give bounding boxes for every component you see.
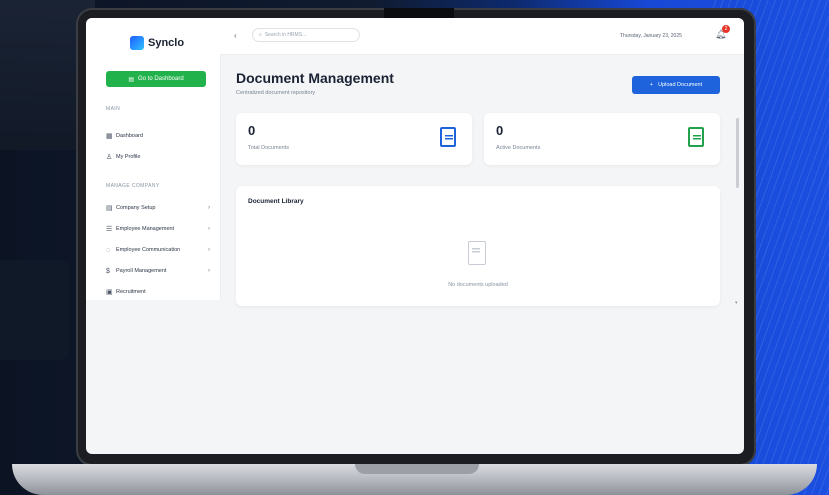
background-panel-lower xyxy=(0,260,70,360)
laptop-base-groove xyxy=(355,464,479,474)
logo-mark-icon xyxy=(130,36,144,50)
sidebar-item-company-setup[interactable]: ▤ Company Setup › xyxy=(106,202,210,214)
search-input[interactable]: ⌕ Search in HRMS... xyxy=(252,28,360,42)
stat-card-total-documents: 0 Total Documents xyxy=(236,113,472,165)
document-library-title: Document Library xyxy=(248,198,304,205)
app-logo[interactable]: Synclo xyxy=(130,36,184,50)
laptop-frame: Synclo ▤ Go to Dashboard MAIN ▦ Dashboar… xyxy=(76,8,756,466)
scroll-down-icon[interactable]: ▾ xyxy=(735,300,738,306)
notification-badge: 2 xyxy=(722,25,730,33)
plus-icon: + xyxy=(649,82,654,88)
sidebar-item-dashboard[interactable]: ▦ Dashboard xyxy=(106,130,210,142)
document-icon xyxy=(688,127,704,147)
stat-value: 0 xyxy=(248,123,256,138)
sidebar-item-label: Recruitment xyxy=(116,289,146,295)
building-icon: ▤ xyxy=(106,205,113,212)
sidebar-item-employee-communication[interactable]: ◌ Employee Communication › xyxy=(106,244,210,256)
briefcase-icon: ▣ xyxy=(106,289,113,296)
user-icon: ♙ xyxy=(106,154,113,161)
sidebar-item-label: Company Setup xyxy=(116,205,156,211)
sidebar-item-label: Payroll Management xyxy=(116,268,167,274)
dollar-icon: $ xyxy=(106,267,110,275)
sidebar-item-label: Dashboard xyxy=(116,133,143,139)
page-subtitle: Centralized document repository xyxy=(236,90,316,96)
stat-value: 0 xyxy=(496,123,504,138)
chevron-right-icon: › xyxy=(208,268,210,274)
document-library-panel: Document Library No documents uploaded xyxy=(236,186,720,306)
top-bar: ‹ ⌕ Search in HRMS... Thursday, January … xyxy=(220,18,744,55)
search-placeholder: Search in HRMS... xyxy=(264,32,307,38)
sidebar-item-label: Employee Communication xyxy=(116,247,181,253)
empty-state-text: No documents uploaded xyxy=(448,282,508,288)
app-screen: Synclo ▤ Go to Dashboard MAIN ▦ Dashboar… xyxy=(86,18,744,454)
stat-label: Active Documents xyxy=(496,145,541,151)
sidebar-item-label: My Profile xyxy=(116,154,141,160)
search-icon: ⌕ xyxy=(259,32,262,38)
stat-card-active-documents: 0 Active Documents xyxy=(484,113,720,165)
sidebar-item-recruitment[interactable]: ▣ Recruitment xyxy=(106,286,210,298)
current-date: Thursday, January 23, 2025 xyxy=(620,33,682,39)
chevron-right-icon: › xyxy=(208,226,210,232)
upload-document-label: Upload Document xyxy=(658,82,703,88)
go-to-dashboard-button[interactable]: ▤ Go to Dashboard xyxy=(106,71,206,87)
page-title: Document Management xyxy=(236,70,394,86)
sidebar-item-label: Employee Management xyxy=(116,226,175,232)
scrollbar[interactable] xyxy=(736,118,739,188)
chevron-right-icon: › xyxy=(208,247,210,253)
app-name: Synclo xyxy=(148,37,185,49)
section-label-manage-company: MANAGE COMPANY xyxy=(106,183,160,189)
sidebar-item-my-profile[interactable]: ♙ My Profile xyxy=(106,151,210,163)
section-label-main: MAIN xyxy=(106,106,121,112)
dashboard-icon: ▤ xyxy=(128,76,134,83)
back-arrow-icon[interactable]: ‹ xyxy=(234,31,237,40)
sidebar-item-employee-management[interactable]: ☰ Employee Management › xyxy=(106,223,210,235)
grid-icon: ▦ xyxy=(106,133,113,140)
stat-label: Total Documents xyxy=(248,145,289,151)
upload-document-button[interactable]: + Upload Document xyxy=(632,76,720,94)
sidebar-item-payroll-management[interactable]: $ Payroll Management › xyxy=(106,265,210,277)
users-icon: ☰ xyxy=(106,226,113,233)
go-to-dashboard-label: Go to Dashboard xyxy=(137,76,184,82)
sidebar: Synclo ▤ Go to Dashboard MAIN ▦ Dashboar… xyxy=(86,18,221,300)
empty-document-icon xyxy=(468,241,486,265)
document-icon xyxy=(440,127,456,147)
chat-icon: ◌ xyxy=(106,246,111,254)
chevron-right-icon: › xyxy=(208,205,210,211)
